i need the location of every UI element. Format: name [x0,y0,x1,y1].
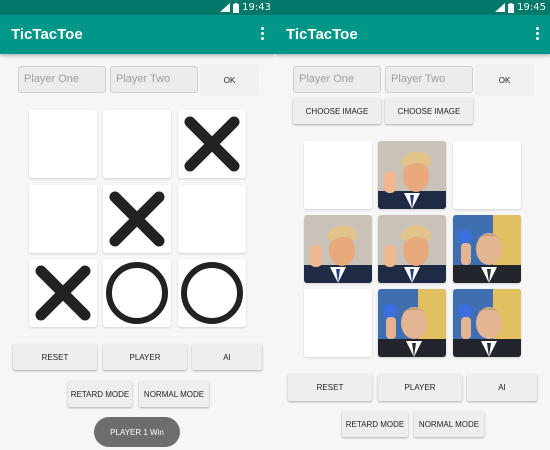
choose-image-button-2[interactable]: CHOOSE IMAGE [385,98,473,124]
status-bar: 19:43 [0,0,275,15]
player-one-photo [378,141,446,209]
player-two-input[interactable]: Player Two [385,66,473,93]
reset-button[interactable]: RESET [13,344,97,370]
board-cell-0-2[interactable] [178,110,246,178]
board-cell-2-2[interactable] [178,259,246,327]
board-cell-2-1[interactable] [378,289,446,357]
board-cell-1-2[interactable] [178,185,246,253]
board-cell-1-0[interactable] [29,185,97,253]
status-time: 19:43 [242,2,271,13]
board-cell-2-2[interactable] [453,289,521,357]
o-mark-icon [106,262,168,324]
board-cell-0-0[interactable] [29,110,97,178]
signal-icon [495,3,506,12]
player-one-photo [378,215,446,283]
signal-icon [220,3,231,12]
player-two-input[interactable]: Player Two [110,66,198,93]
overflow-menu-icon[interactable] [536,27,540,41]
left-screen: 19:43 TicTacToe Player One Player Two OK… [0,0,275,450]
board-cell-0-2[interactable] [453,141,521,209]
status-bar: 19:45 [275,0,550,15]
board-cell-1-2[interactable] [453,215,521,283]
overflow-menu-icon[interactable] [261,27,265,41]
normal-mode-button[interactable]: NORMAL MODE [414,411,484,437]
board-cell-1-1[interactable] [378,215,446,283]
board-cell-0-1[interactable] [378,141,446,209]
board-cell-1-1[interactable] [103,185,171,253]
board-cell-2-1[interactable] [103,259,171,327]
reset-button[interactable]: RESET [288,374,372,401]
player-button[interactable]: PLAYER [378,374,462,401]
app-bar: TicTacToe [0,15,275,54]
app-bar: TicTacToe [275,15,550,54]
ai-button[interactable]: AI [467,374,537,401]
board-cell-1-0[interactable] [304,215,372,283]
ok-button[interactable]: OK [475,64,534,96]
retard-mode-button[interactable]: RETARD MODE [68,381,132,407]
normal-mode-button[interactable]: NORMAL MODE [139,381,209,407]
choose-image-button-1[interactable]: CHOOSE IMAGE [293,98,381,124]
battery-icon [233,2,240,13]
win-toast: PLAYER 1 Win [94,417,180,447]
board-cell-2-0[interactable] [304,289,372,357]
app-title: TicTacToe [11,26,83,43]
x-mark-icon [35,265,91,321]
player-one-input[interactable]: Player One [18,66,106,93]
board-cell-0-0[interactable] [304,141,372,209]
battery-icon [508,2,515,13]
player-two-photo [453,215,521,283]
ai-button[interactable]: AI [192,344,262,370]
x-mark-icon [109,191,165,247]
player-two-photo [378,289,446,357]
board-cell-2-0[interactable] [29,259,97,327]
board-cell-0-1[interactable] [103,110,171,178]
o-mark-icon [181,262,243,324]
player-button[interactable]: PLAYER [103,344,187,370]
ok-button[interactable]: OK [200,64,259,96]
retard-mode-button[interactable]: RETARD MODE [342,411,408,437]
right-screen: 19:45 TicTacToe Player One Player Two OK… [275,0,550,450]
status-time: 19:45 [517,2,546,13]
player-one-input[interactable]: Player One [293,66,381,93]
x-mark-icon [184,116,240,172]
player-one-photo [304,215,372,283]
app-title: TicTacToe [286,26,358,43]
player-two-photo [453,289,521,357]
